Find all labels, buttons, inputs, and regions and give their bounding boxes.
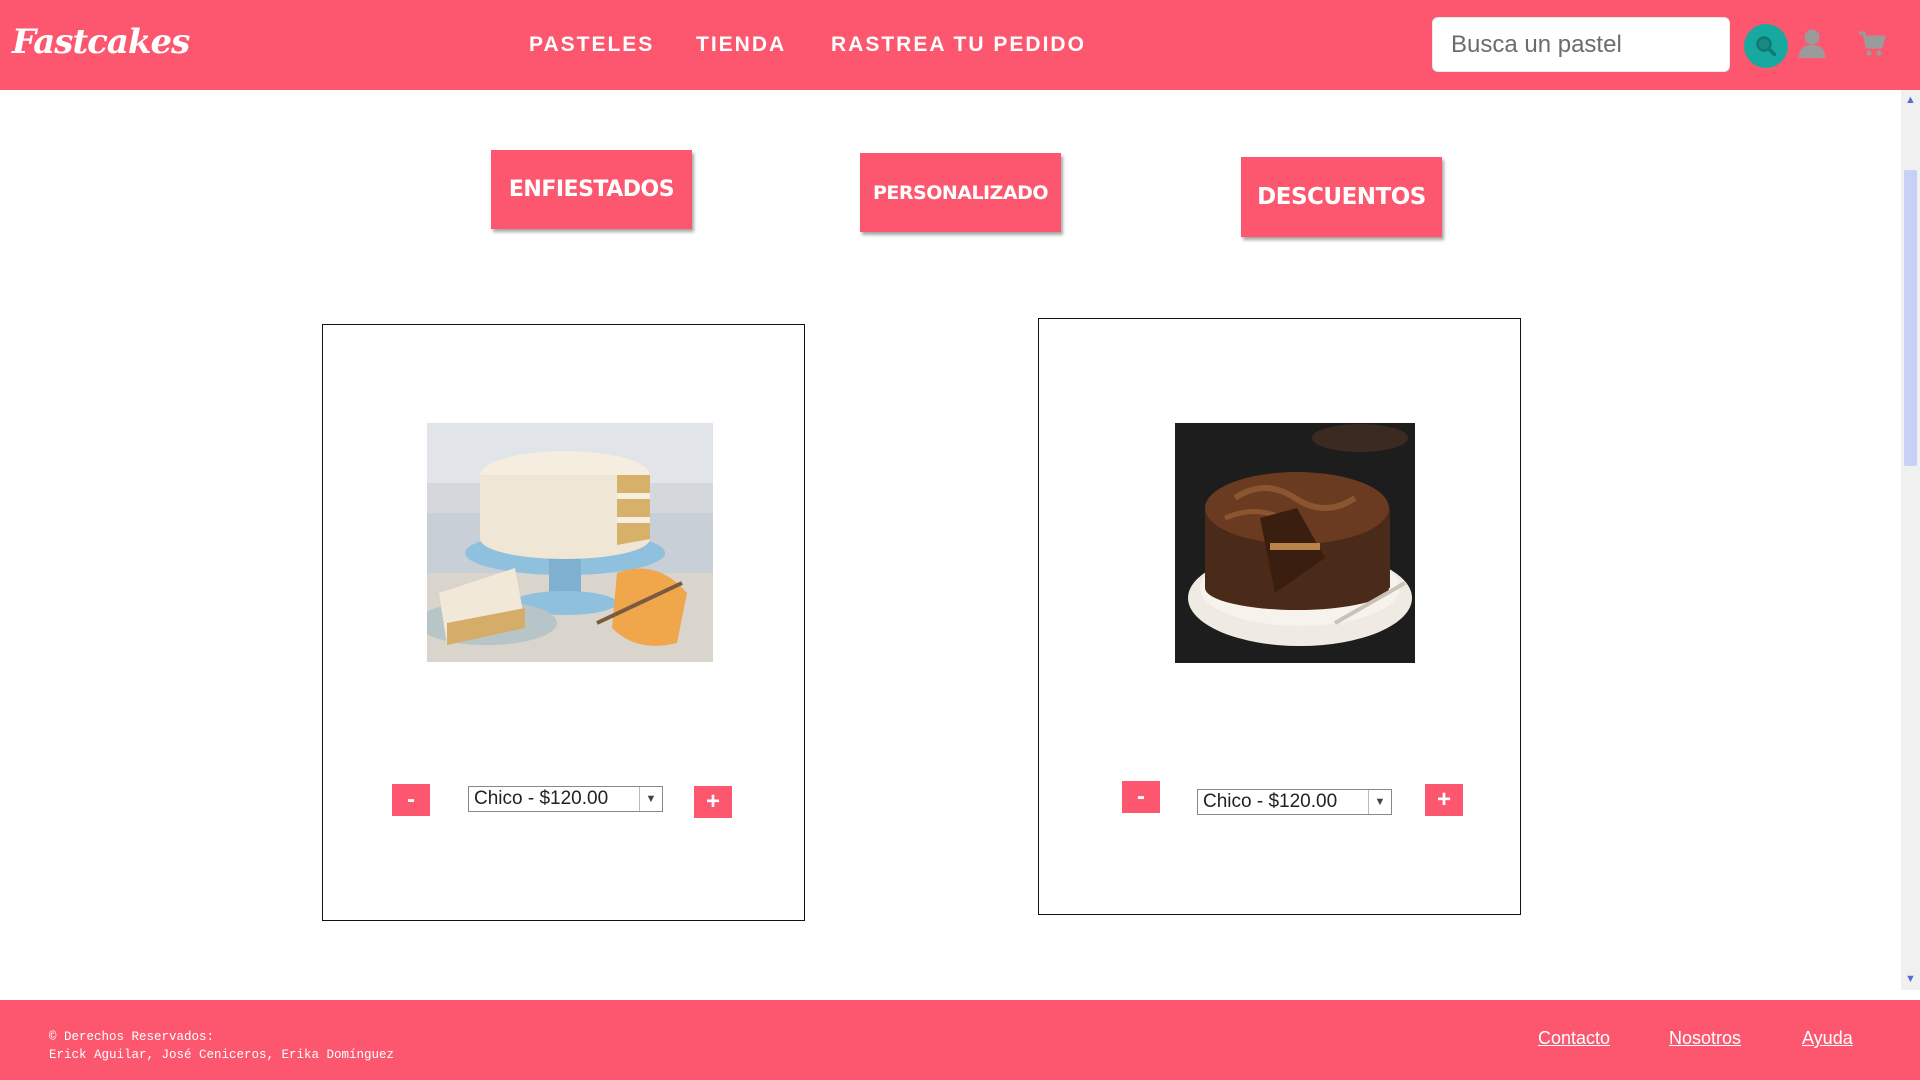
top-navbar: Fastcakes PASTELES TIENDA RASTREA TU PED… bbox=[0, 0, 1920, 90]
nav-pasteles[interactable]: PASTELES bbox=[529, 33, 654, 57]
search-button[interactable] bbox=[1744, 24, 1788, 68]
footer: © Derechos Reservados: Erick Aguilar, Jo… bbox=[0, 1000, 1920, 1080]
page-scrollbar[interactable]: ▲ ▼ bbox=[1901, 90, 1920, 990]
decrease-quantity-button[interactable]: - bbox=[1122, 781, 1160, 813]
copyright-line-1: © Derechos Reservados: bbox=[49, 1030, 215, 1044]
category-personalizado-button[interactable]: PERSONALIZADO bbox=[860, 153, 1061, 232]
size-select-value: Chico - $120.00 bbox=[1203, 791, 1338, 812]
increase-quantity-button[interactable]: + bbox=[694, 786, 732, 818]
product-image-vanilla-cake[interactable] bbox=[427, 423, 713, 662]
chevron-down-icon[interactable]: ▼ bbox=[639, 787, 662, 811]
category-descuentos-button[interactable]: DESCUENTOS bbox=[1241, 157, 1442, 237]
nav-tienda[interactable]: TIENDA bbox=[696, 33, 786, 57]
brand-logo[interactable]: Fastcakes bbox=[12, 22, 190, 62]
footer-link-contacto[interactable]: Contacto bbox=[1538, 1028, 1610, 1049]
category-enfiestados-button[interactable]: ENFIESTADOS bbox=[491, 150, 692, 229]
search-input[interactable] bbox=[1432, 17, 1730, 72]
copyright-text: © Derechos Reservados: Erick Aguilar, Jo… bbox=[49, 1028, 394, 1064]
scroll-up-icon[interactable]: ▲ bbox=[1904, 94, 1917, 107]
product-image-chocolate-cake[interactable] bbox=[1175, 423, 1415, 663]
scroll-down-icon[interactable]: ▼ bbox=[1904, 973, 1917, 986]
search-icon bbox=[1756, 36, 1777, 57]
product-card: - Chico - $120.00 ▼ + bbox=[1038, 318, 1521, 915]
increase-quantity-button[interactable]: + bbox=[1425, 784, 1463, 816]
size-select[interactable]: Chico - $120.00 ▼ bbox=[1197, 789, 1392, 815]
chevron-down-icon[interactable]: ▼ bbox=[1368, 790, 1391, 814]
nav-rastrea-pedido[interactable]: RASTREA TU PEDIDO bbox=[831, 33, 1086, 57]
footer-link-nosotros[interactable]: Nosotros bbox=[1669, 1028, 1741, 1049]
scroll-thumb[interactable] bbox=[1904, 170, 1917, 466]
user-icon[interactable] bbox=[1798, 28, 1826, 58]
copyright-line-2: Erick Aguilar, José Ceniceros, Erika Dom… bbox=[49, 1048, 395, 1062]
product-card: - Chico - $120.00 ▼ + bbox=[322, 324, 805, 921]
cart-icon[interactable] bbox=[1858, 30, 1886, 58]
size-select[interactable]: Chico - $120.00 ▼ bbox=[468, 786, 663, 812]
size-select-value: Chico - $120.00 bbox=[474, 788, 609, 809]
decrease-quantity-button[interactable]: - bbox=[392, 784, 430, 816]
footer-link-ayuda[interactable]: Ayuda bbox=[1802, 1028, 1853, 1049]
